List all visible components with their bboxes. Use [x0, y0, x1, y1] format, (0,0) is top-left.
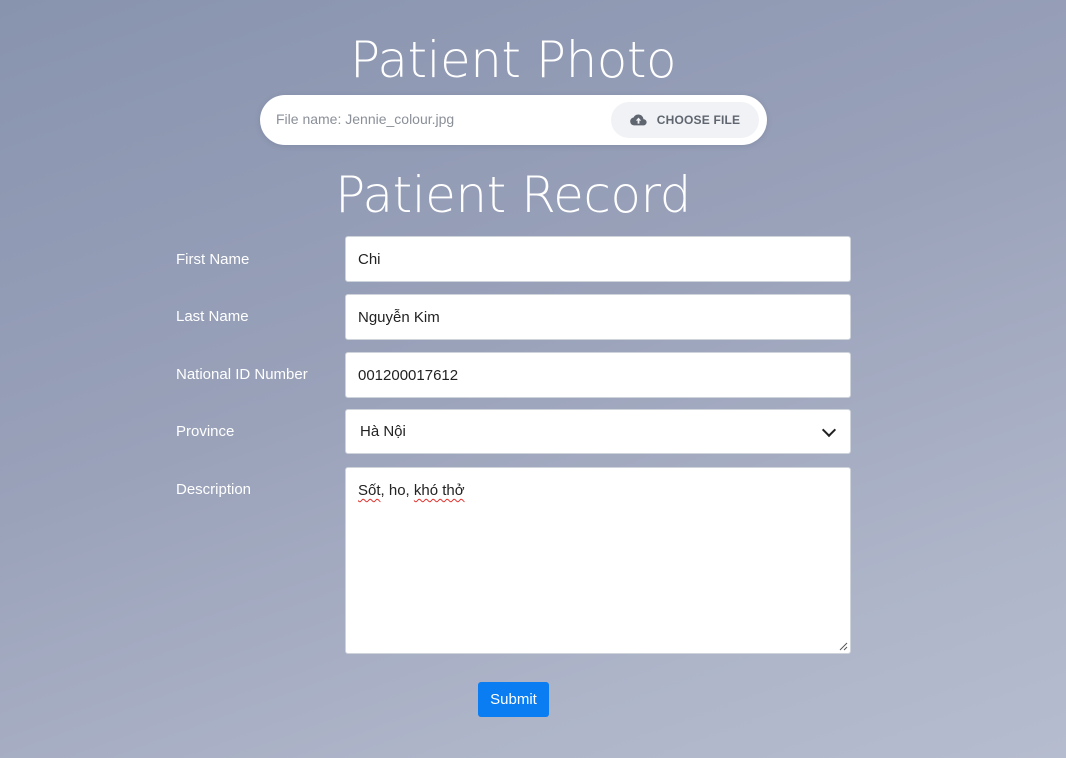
photo-upload-bar: File name: Jennie_colour.jpg CHOOSE FILE: [260, 95, 767, 145]
choose-file-label: CHOOSE FILE: [656, 113, 741, 127]
chevron-down-icon: [821, 422, 837, 437]
province-label: Province: [176, 423, 235, 440]
first-name-value: Chi: [358, 250, 381, 268]
description-word-3: khó thở: [413, 482, 465, 499]
first-name-label: First Name: [176, 251, 250, 268]
last-name-label: Last Name: [176, 308, 249, 325]
description-label: Description: [176, 481, 252, 498]
description-word-1: Sốt: [358, 482, 381, 499]
last-name-value: Nguyễn Kim: [358, 308, 440, 326]
file-name-text: File name: Jennie_colour.jpg: [276, 111, 455, 127]
description-word-2: , ho,: [380, 482, 414, 499]
description-textarea[interactable]: Sốt, ho, khó thở: [345, 467, 851, 654]
cloud-upload-icon: [629, 114, 647, 126]
province-select[interactable]: Hà Nội: [345, 409, 851, 454]
choose-file-button[interactable]: CHOOSE FILE: [611, 102, 759, 138]
resize-handle-icon[interactable]: [839, 642, 848, 651]
first-name-input[interactable]: Chi: [345, 236, 851, 282]
national-id-label: National ID Number: [176, 366, 308, 383]
patient-photo-title: Patient Photo: [349, 31, 677, 89]
patient-record-title: Patient Record: [335, 166, 691, 224]
national-id-input[interactable]: 001200017612: [345, 352, 851, 398]
province-selected-value: Hà Nội: [360, 423, 406, 440]
last-name-input[interactable]: Nguyễn Kim: [345, 294, 851, 340]
description-value: Sốt, ho, khó thở: [358, 482, 465, 499]
national-id-value: 001200017612: [358, 366, 459, 384]
submit-button[interactable]: Submit: [478, 682, 549, 717]
